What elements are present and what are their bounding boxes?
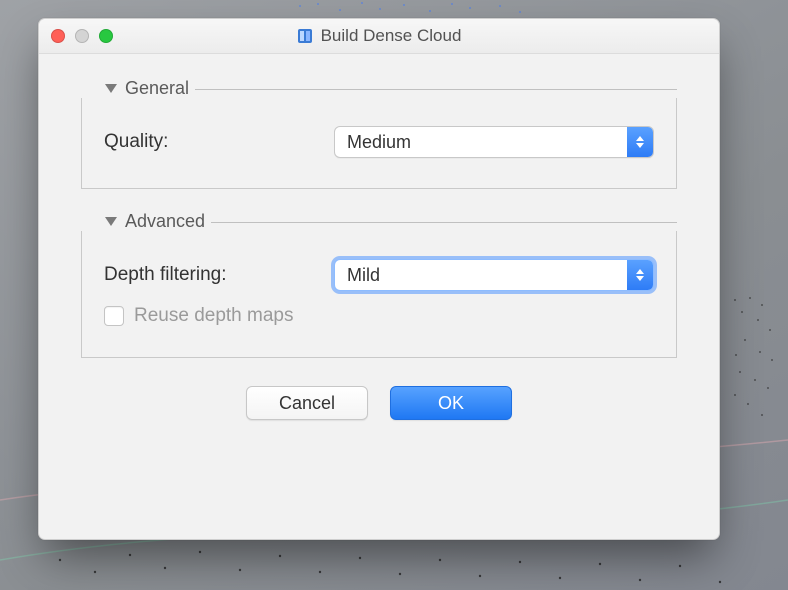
disclosure-triangle-icon <box>105 217 117 226</box>
zoom-window-button[interactable] <box>99 29 113 43</box>
section-advanced: Advanced Depth filtering: Mild Reuse dep… <box>81 211 677 358</box>
quality-value: Medium <box>347 132 627 153</box>
minimize-window-button <box>75 29 89 43</box>
depth-filtering-label: Depth filtering: <box>104 264 334 286</box>
section-general-title: General <box>125 78 189 99</box>
ok-button[interactable]: OK <box>390 386 512 420</box>
app-icon <box>297 28 313 44</box>
dialog-footer: Cancel OK <box>81 386 677 420</box>
section-general-header[interactable]: General <box>105 78 677 99</box>
window-controls <box>51 29 113 43</box>
cancel-button[interactable]: Cancel <box>246 386 368 420</box>
disclosure-triangle-icon <box>105 84 117 93</box>
section-advanced-header[interactable]: Advanced <box>105 211 677 232</box>
section-general: General Quality: Medium <box>81 78 677 189</box>
window-title: Build Dense Cloud <box>321 26 462 46</box>
chevron-up-down-icon <box>627 260 653 290</box>
build-dense-cloud-dialog: Build Dense Cloud General Quality: Mediu… <box>38 18 720 540</box>
quality-select[interactable]: Medium <box>334 126 654 158</box>
reuse-depth-maps-checkbox[interactable] <box>104 306 124 326</box>
chevron-up-down-icon <box>627 127 653 157</box>
titlebar: Build Dense Cloud <box>39 19 719 54</box>
quality-label: Quality: <box>104 131 334 153</box>
reuse-depth-maps-label: Reuse depth maps <box>134 305 654 327</box>
depth-filtering-value: Mild <box>347 265 627 286</box>
depth-filtering-select[interactable]: Mild <box>334 259 654 291</box>
close-window-button[interactable] <box>51 29 65 43</box>
section-advanced-title: Advanced <box>125 211 205 232</box>
